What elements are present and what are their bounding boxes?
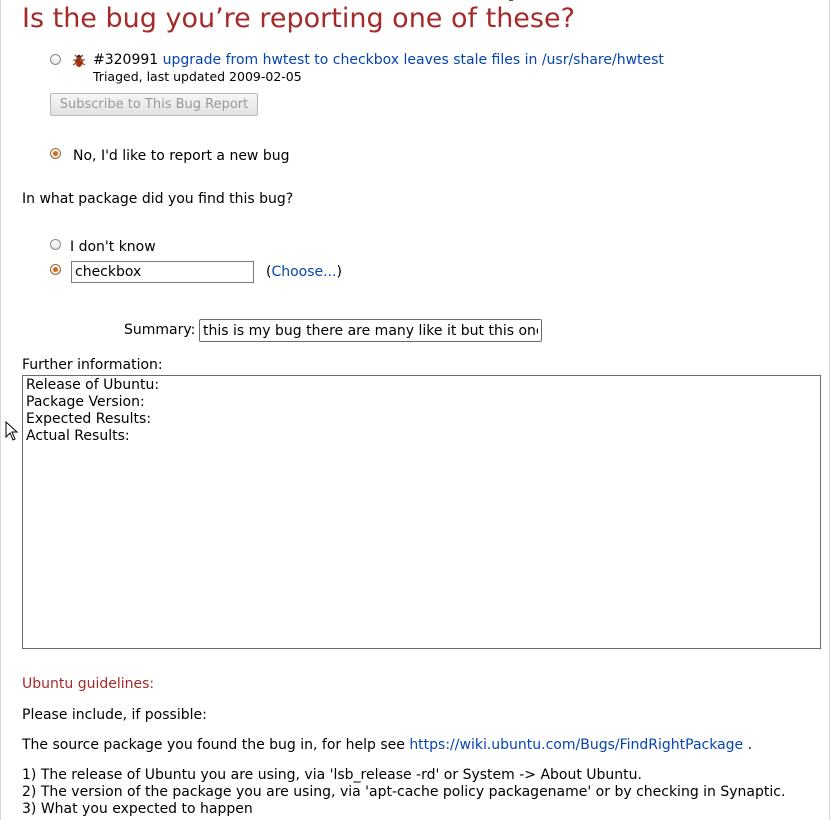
bug-status: Triaged, last updated 2009-02-05 [93, 69, 302, 84]
new-bug-radio[interactable] [50, 148, 61, 159]
dont-know-label: I don't know [70, 239, 156, 255]
bug-title-link[interactable]: upgrade from hwtest to checkbox leaves s… [163, 52, 664, 68]
guidelines-title: Ubuntu guidelines: [22, 676, 155, 692]
package-question: In what package did you find this bug? [22, 191, 294, 207]
guidelines-intro: Please include, if possible: [22, 707, 207, 723]
similar-bug-entry: #320991 upgrade from hwtest to checkbox … [93, 52, 664, 68]
summary-input[interactable] [199, 319, 542, 342]
subscribe-button[interactable]: Subscribe to This Bug Report [50, 93, 258, 116]
dont-know-radio[interactable] [50, 239, 61, 250]
guideline-item: 3) What you expected to happen [22, 801, 253, 817]
choose-link[interactable]: Choose... [271, 264, 336, 280]
summary-label: Summary: [124, 322, 196, 338]
bug-icon [72, 54, 86, 67]
further-info-label: Further information: [22, 357, 163, 373]
guideline-item: 2) The version of the package you are us… [22, 784, 786, 800]
right-border [829, 0, 830, 820]
left-border [0, 0, 1, 820]
choose-package: (Choose...) [266, 264, 342, 280]
find-package-link[interactable]: https://wiki.ubuntu.com/Bugs/FindRightPa… [409, 737, 743, 753]
further-info-textarea[interactable]: Release of Ubuntu: Package Version: Expe… [22, 375, 821, 649]
page-heading: Is the bug you’re reporting one of these… [22, 3, 575, 34]
bug-number: #320991 [93, 52, 159, 68]
package-radio[interactable] [50, 264, 61, 275]
package-input[interactable] [71, 261, 254, 283]
top-marker [509, 0, 513, 1]
mouse-cursor-icon [5, 421, 19, 441]
guidelines-source: The source package you found the bug in,… [22, 737, 753, 753]
guideline-item: 1) The release of Ubuntu you are using, … [22, 767, 642, 783]
new-bug-label: No, I'd like to report a new bug [73, 148, 290, 164]
similar-bug-radio[interactable] [50, 54, 61, 65]
